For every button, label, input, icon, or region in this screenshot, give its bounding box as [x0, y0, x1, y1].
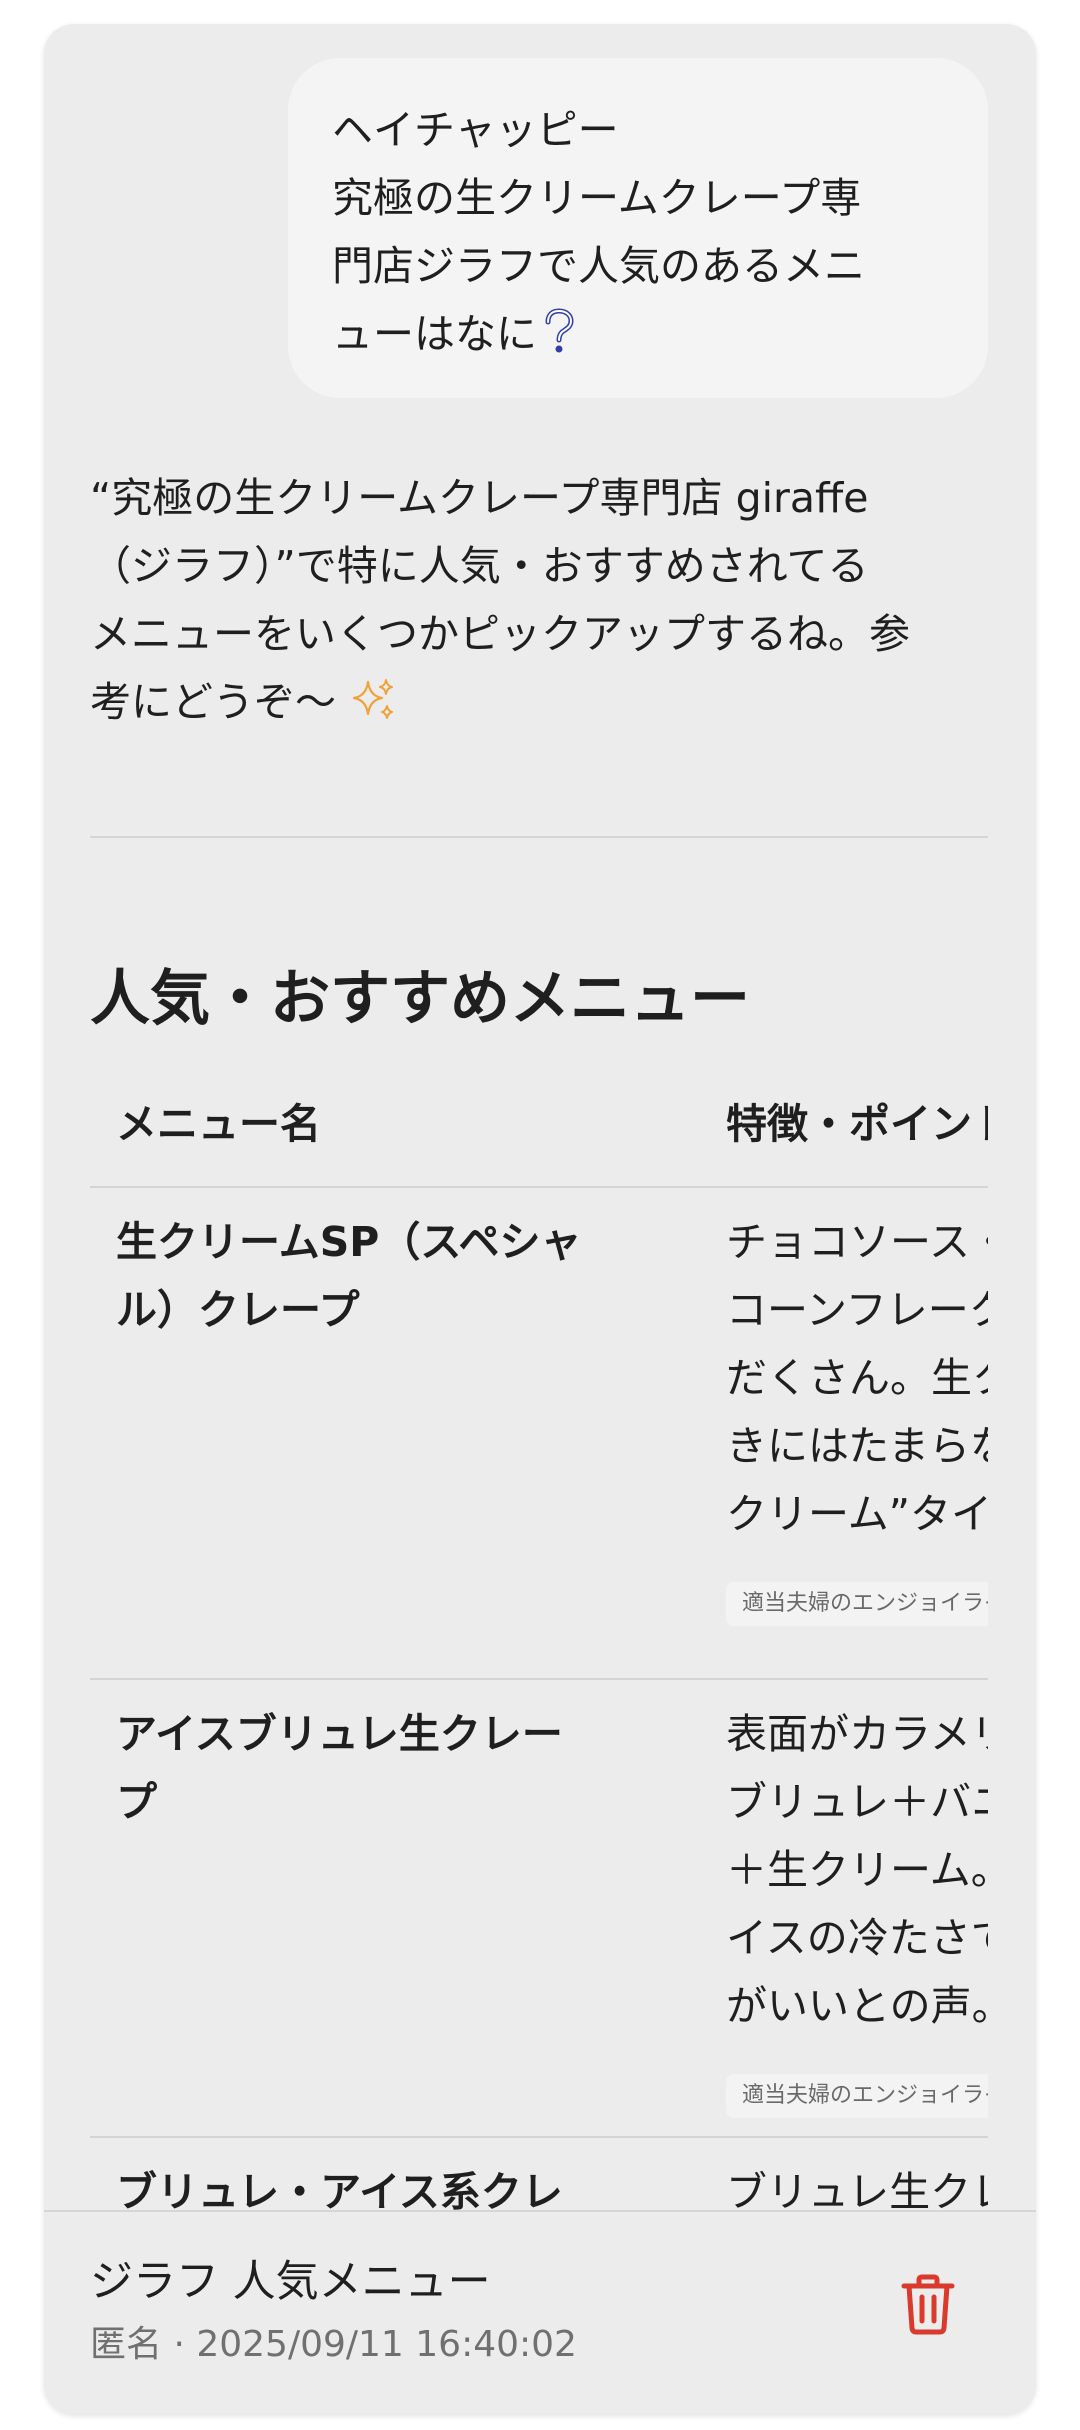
- table-header-name: メニュー名: [116, 1100, 321, 1148]
- user-message-line: 門店ジラフで人気のあるメニ: [332, 242, 865, 290]
- assistant-intro-line: （ジラフ）”で特に人気・おすすめされてる: [90, 542, 869, 590]
- conversation-card: ヘイチャッピー 究極の生クリームクレープ専 門店ジラフで人気のあるメニ ューはな…: [44, 24, 1036, 2414]
- user-message-bubble: ヘイチャッピー 究極の生クリームクレープ専 門店ジラフで人気のあるメニ ューはな…: [288, 58, 988, 398]
- user-message-text: ューはなに: [332, 310, 537, 358]
- table-header-feature: 特徴・ポイント: [726, 1100, 988, 1148]
- conversation-meta: 匿名 · 2025/09/11 16:40:02: [90, 2324, 577, 2365]
- menu-name-line: プ: [116, 1778, 157, 1826]
- assistant-intro-text: 考にどうぞ〜: [90, 678, 336, 726]
- trash-icon: [900, 2272, 956, 2340]
- feature-line: 表面がカラメリ: [726, 1710, 988, 1758]
- table-cell-feature: チョコソース・ コーンフレーク だくさん。生ク きにはたまらな クリーム”タイフ: [726, 1208, 988, 1548]
- table-cell-menu-name: 生クリームSP（スペシャ ル）クレープ: [116, 1208, 636, 1344]
- section-divider: [90, 836, 988, 838]
- source-link-chip[interactable]: 適当夫婦のエンジョイライフ: [726, 1582, 988, 1626]
- feature-line: コーンフレーク: [726, 1286, 988, 1334]
- source-link-chip[interactable]: 適当夫婦のエンジョイライフ: [726, 2074, 988, 2118]
- feature-line: チョコソース・: [726, 1218, 988, 1266]
- user-message-line: ヘイチャッピー: [332, 106, 619, 154]
- assistant-intro-line-last: 考にどうぞ〜: [90, 668, 1000, 744]
- assistant-intro-line: メニューをいくつかピックアップするね。参: [90, 610, 910, 658]
- conversation-footer: ジラフ 人気メニュー 匿名 · 2025/09/11 16:40:02: [44, 2210, 1036, 2414]
- menu-name-line: ル）クレープ: [116, 1286, 360, 1334]
- menu-name-line: 生クリームSP（スペシャ: [116, 1218, 582, 1266]
- question-icon: [541, 306, 577, 374]
- table-cell-feature: 表面がカラメリ ブリュレ＋バニ ＋生クリーム。 イスの冷たさで がいいとの声。: [726, 1700, 988, 2040]
- sparkles-icon: [350, 676, 398, 744]
- delete-button[interactable]: [890, 2264, 966, 2348]
- assistant-intro: “究極の生クリームクレープ専門店 giraffe （ジラフ）”で特に人気・おすす…: [90, 464, 1000, 744]
- table-row-divider: [90, 1678, 988, 1680]
- feature-line: だくさん。生ク: [726, 1354, 988, 1402]
- menu-name-line: アイスブリュレ生クレー: [116, 1710, 563, 1758]
- user-message-line-last: ューはなに: [332, 300, 944, 374]
- user-message-line: 究極の生クリームクレープ専: [332, 174, 862, 222]
- feature-line: きにはたまらな: [726, 1422, 988, 1470]
- feature-line: イスの冷たさで: [726, 1914, 988, 1962]
- menu-table[interactable]: メニュー名 特徴・ポイント 生クリームSP（スペシャ ル）クレープ チョコソース…: [90, 1094, 988, 2234]
- table-cell-menu-name: アイスブリュレ生クレー プ: [116, 1700, 636, 1836]
- table-header-divider: [90, 1186, 988, 1188]
- feature-line: ＋生クリーム。: [726, 1846, 988, 1894]
- conversation-title: ジラフ 人気メニュー: [90, 2257, 491, 2307]
- table-row-divider: [90, 2136, 988, 2138]
- assistant-intro-line: “究極の生クリームクレープ専門店 giraffe: [90, 474, 869, 522]
- feature-line: クリーム”タイフ: [726, 1490, 988, 1538]
- feature-line: ブリュレ＋バニ: [726, 1778, 988, 1826]
- section-title: 人気・おすすめメニュー: [90, 964, 750, 1034]
- feature-line: がいいとの声。: [726, 1982, 988, 2030]
